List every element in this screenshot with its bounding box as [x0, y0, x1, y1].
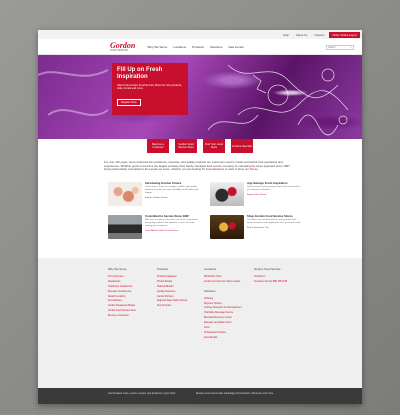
quick-link-find-store[interactable]: Find Your Local Store [203, 139, 225, 153]
utility-link-careers[interactable]: Careers [312, 33, 326, 37]
footer-link[interactable]: Restaurants [108, 281, 157, 284]
quick-link-specials[interactable]: In-Store Specials [231, 139, 253, 153]
main-nav: Why We Serve Locations Products Solution… [147, 45, 244, 49]
footer-link[interactable]: Professional Services [204, 332, 254, 335]
feature-title: Committed to Service Since 1897 [145, 213, 189, 218]
footer-link[interactable]: Quality Assurance [157, 291, 204, 294]
feature-image-truck[interactable] [108, 214, 142, 239]
feature-grid: Introducing Gordon Choice Get to know ou… [38, 172, 362, 239]
nav-item-idea-center[interactable]: Idea Center [228, 45, 244, 49]
footer-link[interactable]: Education and Better Food [204, 322, 254, 325]
feature-link[interactable]: Explore Gordon Choice [145, 197, 200, 199]
feature-card: Committed to Service Since 1897 With ove… [108, 213, 200, 239]
footer-link[interactable]: Vendor Partners [157, 296, 204, 299]
footer-link[interactable]: Ordering [204, 298, 254, 301]
footer-link[interactable]: Private Brands [157, 281, 204, 284]
intro-link-deliveries[interactable]: local deliveries [206, 167, 224, 171]
footer-link[interactable]: Distribution Hubs [204, 276, 254, 279]
feature-card: Introducing Gordon Choice Get to know ou… [108, 180, 200, 206]
nav-item-why-we-serve[interactable]: Why We Serve [147, 45, 167, 49]
footer-link[interactable]: Retail Consulting [108, 296, 157, 299]
utility-link-about[interactable]: About Us [294, 33, 310, 37]
footer-link[interactable]: Beneficial Resource Center [204, 317, 254, 320]
footer-link[interactable]: Food Recalls [204, 337, 254, 340]
footer-heading: Locations [204, 267, 216, 271]
feature-image-food[interactable] [108, 181, 142, 206]
footer-link[interactable]: Education Foodservice [108, 291, 157, 294]
intro-paragraph: For over 115 years, we've delivered the … [38, 153, 362, 172]
intro-link-stores[interactable]: Stores [250, 167, 258, 171]
logo-tagline: FOOD SERVICE [110, 48, 129, 52]
feature-desc: Our Stores are stocked with the most pop… [247, 219, 302, 225]
footer-column-contact: Gordon Food Service Contact Us Customer … [254, 267, 304, 388]
footer-link[interactable]: Food Delivery [108, 300, 157, 303]
hero-subtitle: Attend the Gordon Food Service Show for … [117, 84, 183, 91]
feature-title: Shop Gordon Food Service Stores [247, 213, 293, 218]
quick-links: Become a Customer Gordon Food Service St… [38, 139, 362, 153]
utility-link-help[interactable]: Help [281, 33, 291, 37]
footer-heading: Solutions [204, 288, 216, 293]
order-online-button[interactable]: Order Online Log In [329, 31, 360, 38]
feature-desc: With over a century in business, we've b… [145, 219, 199, 227]
utility-bar: Help About Us Careers Order Online Log I… [38, 30, 362, 39]
feature-title: Introducing Gordon Choice [145, 180, 182, 185]
contact-us-link[interactable]: Contact Us [254, 276, 304, 279]
footer-heading: Gordon Food Service [254, 267, 281, 271]
footer-link[interactable]: Gordon Restaurant Market [108, 305, 157, 308]
footer-link[interactable]: Become a Customer [108, 315, 157, 318]
footer-bottom-bar: Get the latest news, events, recipes, an… [38, 388, 362, 404]
feature-image-chef[interactable] [210, 181, 244, 206]
footer-link[interactable]: Charitable Beverage Service [204, 312, 254, 315]
cabbage-pattern-graphic [38, 64, 349, 136]
search-icon[interactable]: ⌕ [350, 46, 352, 49]
search-box: ⌕ [326, 45, 354, 50]
footer-link[interactable]: Regional Sales Safety Sheets [157, 300, 204, 303]
intro-text: For over 115 years, we've delivered the … [104, 160, 291, 172]
feature-desc: Say the menus and operations ideas that … [247, 186, 301, 192]
feature-link[interactable]: Learn About Gordon Food Service [145, 230, 200, 232]
customer-service-phone[interactable]: Customer Service 888-768-6728 [254, 281, 304, 284]
feature-link[interactable]: Find a Store Near You [247, 227, 302, 229]
nav-item-products[interactable]: Products [192, 45, 204, 49]
footer-link[interactable]: Product Categories [157, 276, 204, 279]
footer-heading: Products [157, 267, 169, 271]
newsletter-text: Get the latest news, events, recipes, an… [108, 392, 176, 395]
footer-link[interactable]: Payment Options [204, 303, 254, 306]
footer-heading: Why We Serve [108, 267, 127, 271]
site-footer: Why We Serve Our Customers Restaurants H… [38, 258, 362, 388]
hero-callout: Fill Up on Fresh Inspiration Attend the … [112, 63, 188, 115]
footer-link[interactable]: National Brands [157, 286, 204, 289]
nav-item-solutions[interactable]: Solutions [210, 45, 222, 49]
footer-link[interactable]: Healthcare Foodservice [108, 286, 157, 289]
website-page: Help About Us Careers Order Online Log I… [38, 30, 362, 404]
footer-column-why-we-serve: Why We Serve Our Customers Restaurants H… [108, 267, 157, 388]
register-now-button[interactable]: Register Now [117, 99, 141, 107]
hero-title: Fill Up on Fresh Inspiration [117, 67, 163, 80]
feature-desc: Get to know our line of everyday, reliab… [145, 186, 199, 194]
nav-item-locations[interactable]: Locations [173, 45, 186, 49]
logo-wordmark: Gordon [110, 40, 136, 50]
footer-link[interactable]: Culinary Research and Development [204, 307, 254, 310]
footer-link[interactable]: Sonic [204, 327, 254, 330]
feature-card: Shop Gordon Food Service Stores Our Stor… [210, 213, 302, 239]
feature-link[interactable]: Explore Idea Center [247, 194, 302, 196]
footer-link[interactable]: Gordon Food Service Store Locator [204, 281, 254, 284]
footer-column-products: Products Product Categories Private Bran… [157, 267, 204, 388]
hero-banner: Fill Up on Fresh Inspiration Attend the … [38, 55, 362, 139]
footer-link[interactable]: New Products [157, 305, 204, 308]
gordon-logo[interactable]: Gordon FOOD SERVICE [110, 40, 136, 52]
feature-title: App Savings Fresh Inspiration [247, 180, 288, 185]
footer-column-locations: Locations Distribution Hubs Gordon Food … [204, 267, 254, 388]
footer-link[interactable]: Our Customers [108, 276, 157, 279]
footer-link[interactable]: Gordon Food Service Store [108, 310, 157, 313]
promotions-text: Receive news and to take advantage of pr… [195, 392, 274, 395]
feature-image-store[interactable] [210, 214, 244, 239]
quick-link-become-customer[interactable]: Become a Customer [147, 139, 169, 153]
search-input[interactable] [328, 46, 348, 49]
quick-link-store[interactable]: Gordon Food Service Store [175, 139, 197, 153]
feature-card: App Savings Fresh Inspiration Say the me… [210, 180, 302, 206]
intro-text-mid: or want to shop our [224, 167, 249, 172]
site-header: Gordon FOOD SERVICE Why We Serve Locatio… [38, 39, 362, 55]
